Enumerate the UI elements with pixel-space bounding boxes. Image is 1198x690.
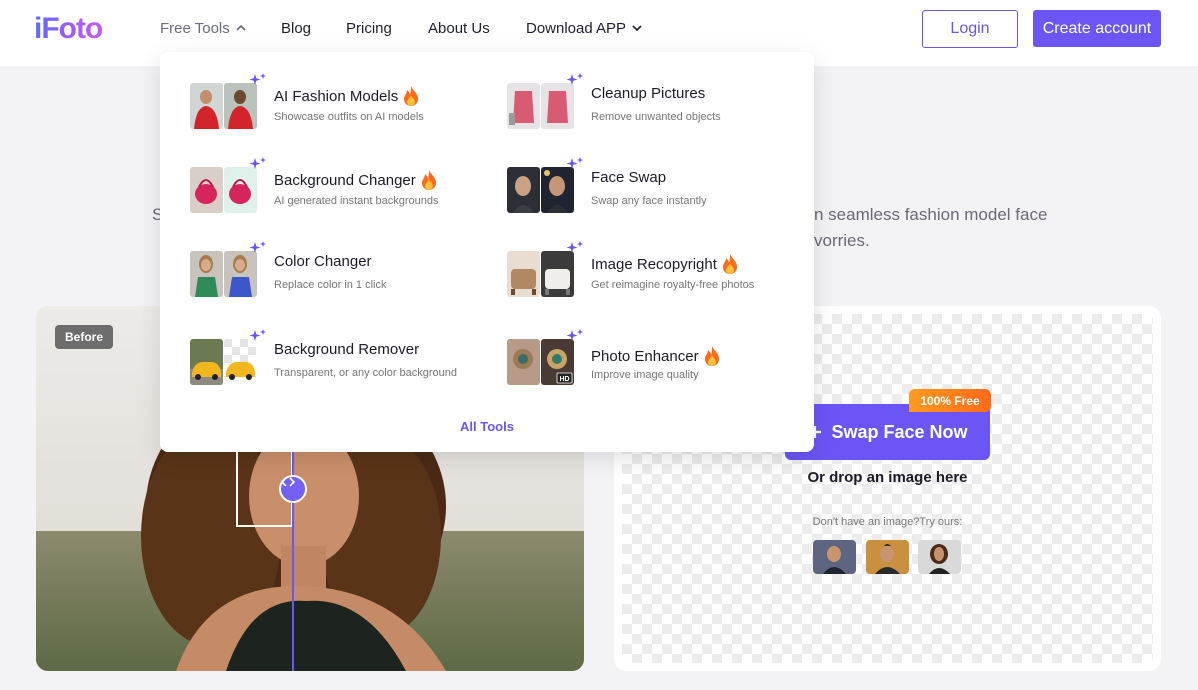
free-badge: 100% Free	[909, 389, 991, 412]
tool-title: Image Recopyright	[591, 253, 740, 275]
tool-title: Photo Enhancer	[591, 345, 722, 367]
free-tools-dropdown: AI Fashion Models Showcase outfits on AI…	[160, 52, 814, 452]
photo-enhancer-title: Photo Enhancer	[591, 347, 699, 365]
sample-image-1[interactable]	[813, 540, 856, 574]
tool-title: Color Changer	[274, 253, 372, 270]
try-samples-text: Don't have an image?Try ours:	[812, 516, 963, 528]
sparkle-icon	[566, 157, 583, 169]
photo-enhancer-thumbnail: HD	[507, 329, 583, 385]
swap-face-now-button[interactable]: Swap Face Now	[785, 404, 990, 460]
nav-free-tools-label: Free Tools	[160, 19, 230, 37]
nav-blog-label: Blog	[281, 19, 312, 37]
tool-photo-enhancer[interactable]: HD Photo Enhancer Improve image quality	[507, 329, 807, 399]
ai-fashion-models-title: AI Fashion Models	[274, 87, 399, 105]
nav-pricing-label: Pricing	[346, 19, 392, 37]
tool-background-remover[interactable]: Background Remover Transparent, or any c…	[190, 329, 490, 399]
tool-desc: Improve image quality	[591, 369, 699, 381]
tool-title: AI Fashion Models	[274, 85, 421, 107]
face-swap-thumbnail	[507, 157, 583, 213]
tool-color-changer[interactable]: Color Changer Replace color in 1 click	[190, 241, 490, 311]
hero-subtitle-fragment-right-2: vorries.	[814, 231, 870, 250]
nav-blog[interactable]: Blog	[281, 18, 311, 38]
nav-about-us[interactable]: About Us	[428, 18, 490, 38]
logo[interactable]: iFoto	[34, 12, 103, 46]
nav-free-tools[interactable]: Free Tools	[160, 18, 246, 38]
background-changer-thumbnail	[190, 157, 266, 213]
login-button[interactable]: Login	[922, 10, 1018, 48]
tool-ai-fashion-models[interactable]: AI Fashion Models Showcase outfits on AI…	[190, 73, 490, 143]
tool-title: Background Changer	[274, 169, 439, 191]
sparkle-icon	[566, 241, 583, 253]
nav-download-app[interactable]: Download APP	[526, 18, 642, 38]
sparkle-icon	[249, 73, 266, 85]
chevron-down-icon	[632, 25, 642, 32]
nav-download-app-label: Download APP	[526, 19, 627, 37]
hero-subtitle-fragment-right-1: n seamless fashion model face	[814, 205, 1048, 224]
color-changer-thumbnail	[190, 241, 266, 297]
fire-icon	[704, 346, 719, 366]
all-tools-link[interactable]: All Tools	[160, 419, 814, 434]
tool-desc: Transparent, or any color background	[274, 367, 458, 379]
cleanup-pictures-thumbnail	[507, 73, 583, 129]
tool-cleanup-pictures[interactable]: Cleanup Pictures Remove unwanted objects	[507, 73, 807, 143]
image-recopyright-thumbnail	[507, 241, 583, 297]
arrows-left-right-icon	[281, 477, 295, 487]
tool-desc: Showcase outfits on AI models	[274, 111, 424, 123]
tool-background-changer[interactable]: Background Changer AI generated instant …	[190, 157, 490, 227]
compare-slider-handle[interactable]	[279, 475, 307, 503]
tool-desc: Get reimagine royalty-free photos	[591, 279, 755, 291]
ai-fashion-models-thumbnail	[190, 73, 266, 129]
svg-text:HD: HD	[559, 376, 569, 383]
tool-desc: AI generated instant backgrounds	[274, 195, 439, 207]
tool-title: Background Remover	[274, 341, 419, 358]
face-swap-title: Face Swap	[591, 169, 667, 186]
create-account-button[interactable]: Create account	[1033, 10, 1161, 47]
sample-image-3[interactable]	[918, 540, 961, 574]
fire-icon	[421, 170, 436, 190]
background-remover-title: Background Remover	[274, 341, 420, 358]
color-changer-title: Color Changer	[274, 253, 372, 270]
background-remover-thumbnail	[190, 329, 266, 385]
tool-desc: Remove unwanted objects	[591, 111, 721, 123]
tool-face-swap[interactable]: Face Swap Swap any face instantly	[507, 157, 807, 227]
background-changer-title: Background Changer	[274, 171, 416, 189]
tool-desc: Swap any face instantly	[591, 195, 707, 207]
chevron-up-icon	[236, 24, 246, 31]
sparkle-icon	[249, 329, 266, 341]
fire-icon	[404, 86, 419, 106]
before-badge: Before	[55, 325, 113, 349]
sample-image-2[interactable]	[866, 540, 909, 574]
swap-face-now-label: Swap Face Now	[831, 421, 968, 442]
nav-pricing[interactable]: Pricing	[346, 18, 392, 38]
sparkle-icon	[249, 241, 266, 253]
sparkle-icon	[249, 157, 266, 169]
cleanup-pictures-title: Cleanup Pictures	[591, 85, 706, 102]
tool-desc: Replace color in 1 click	[274, 279, 387, 291]
tool-image-recopyright[interactable]: Image Recopyright Get reimagine royalty-…	[507, 241, 807, 311]
tool-title: Face Swap	[591, 169, 666, 186]
image-recopyright-title: Image Recopyright	[591, 255, 717, 273]
sparkle-icon	[566, 329, 583, 341]
nav-about-us-label: About Us	[428, 19, 490, 37]
sparkle-icon	[566, 73, 583, 85]
tool-title: Cleanup Pictures	[591, 85, 705, 102]
drop-image-text: Or drop an image here	[807, 469, 968, 486]
fire-icon	[722, 254, 737, 274]
